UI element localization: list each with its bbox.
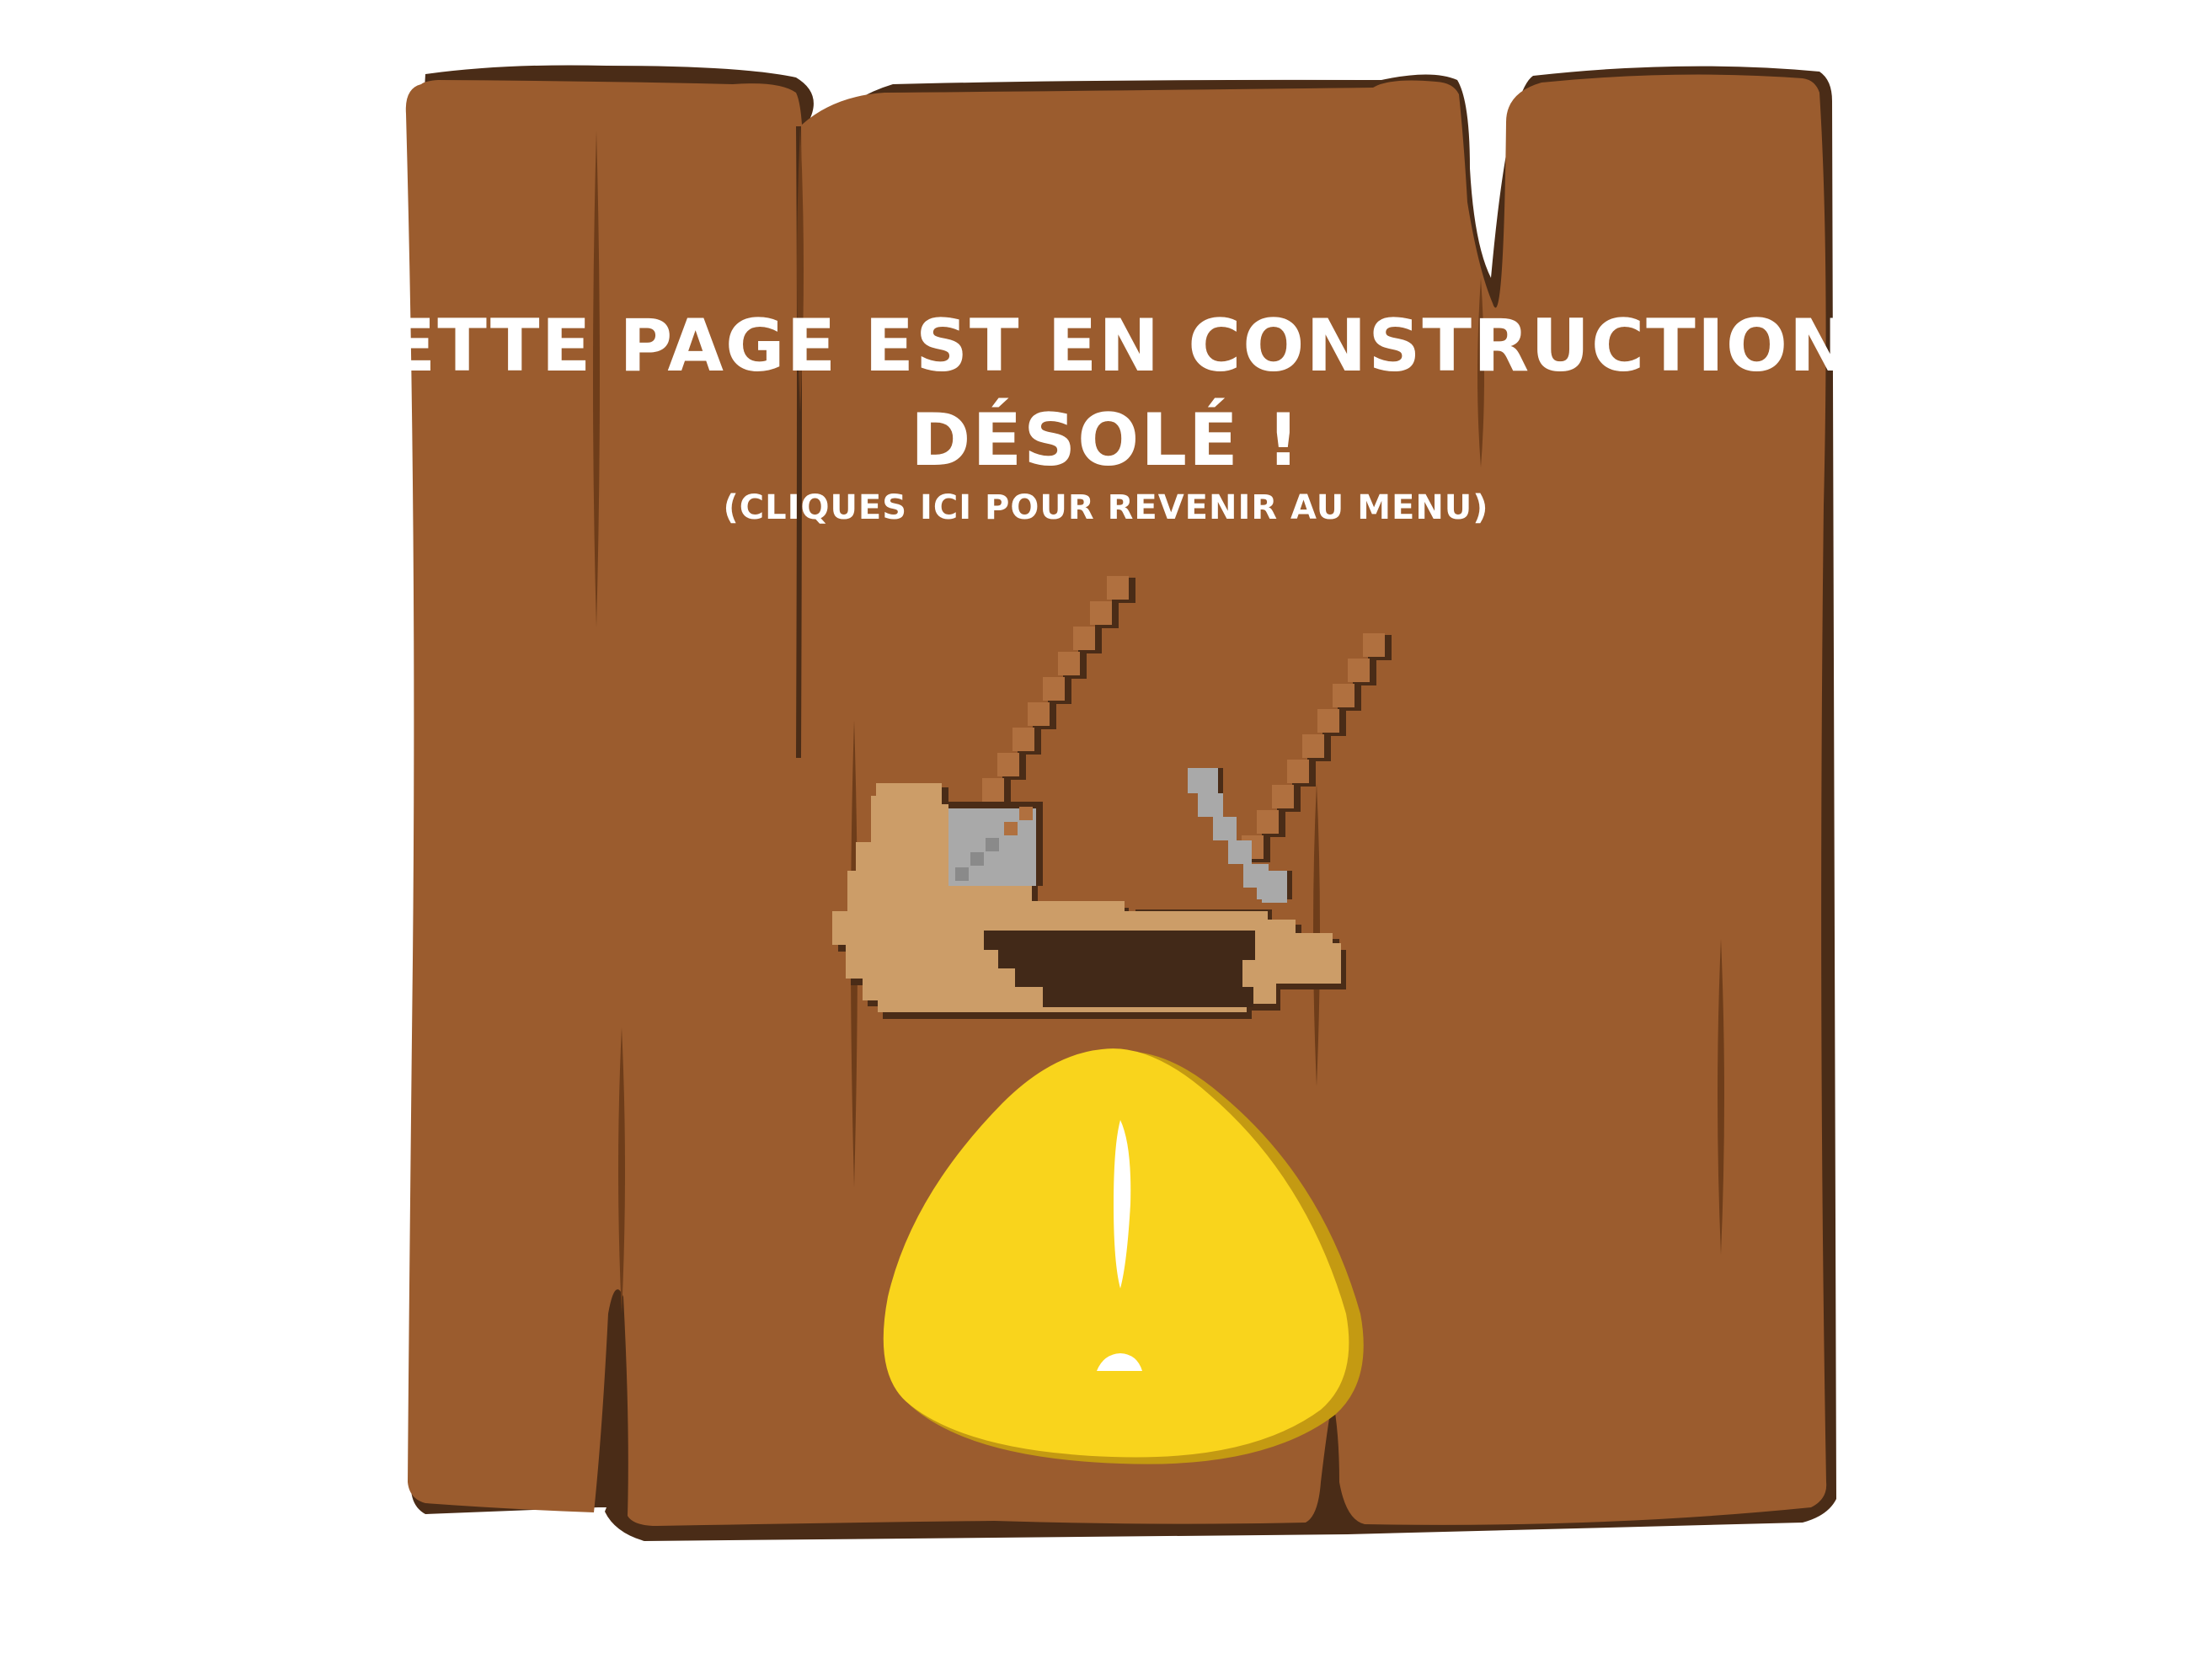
wooden-sign-board [405, 65, 1836, 1541]
construction-message: Cette page est en construction, désolé ! [0, 299, 2212, 488]
message-line-2: désolé ! [911, 398, 1301, 483]
back-to-menu-link[interactable]: (cliques ici pour revenir au menu) [0, 484, 2212, 531]
page: Cette page est en construction, désolé !… [0, 0, 2212, 1664]
message-line-1: Cette page est en construction, [331, 304, 1881, 388]
